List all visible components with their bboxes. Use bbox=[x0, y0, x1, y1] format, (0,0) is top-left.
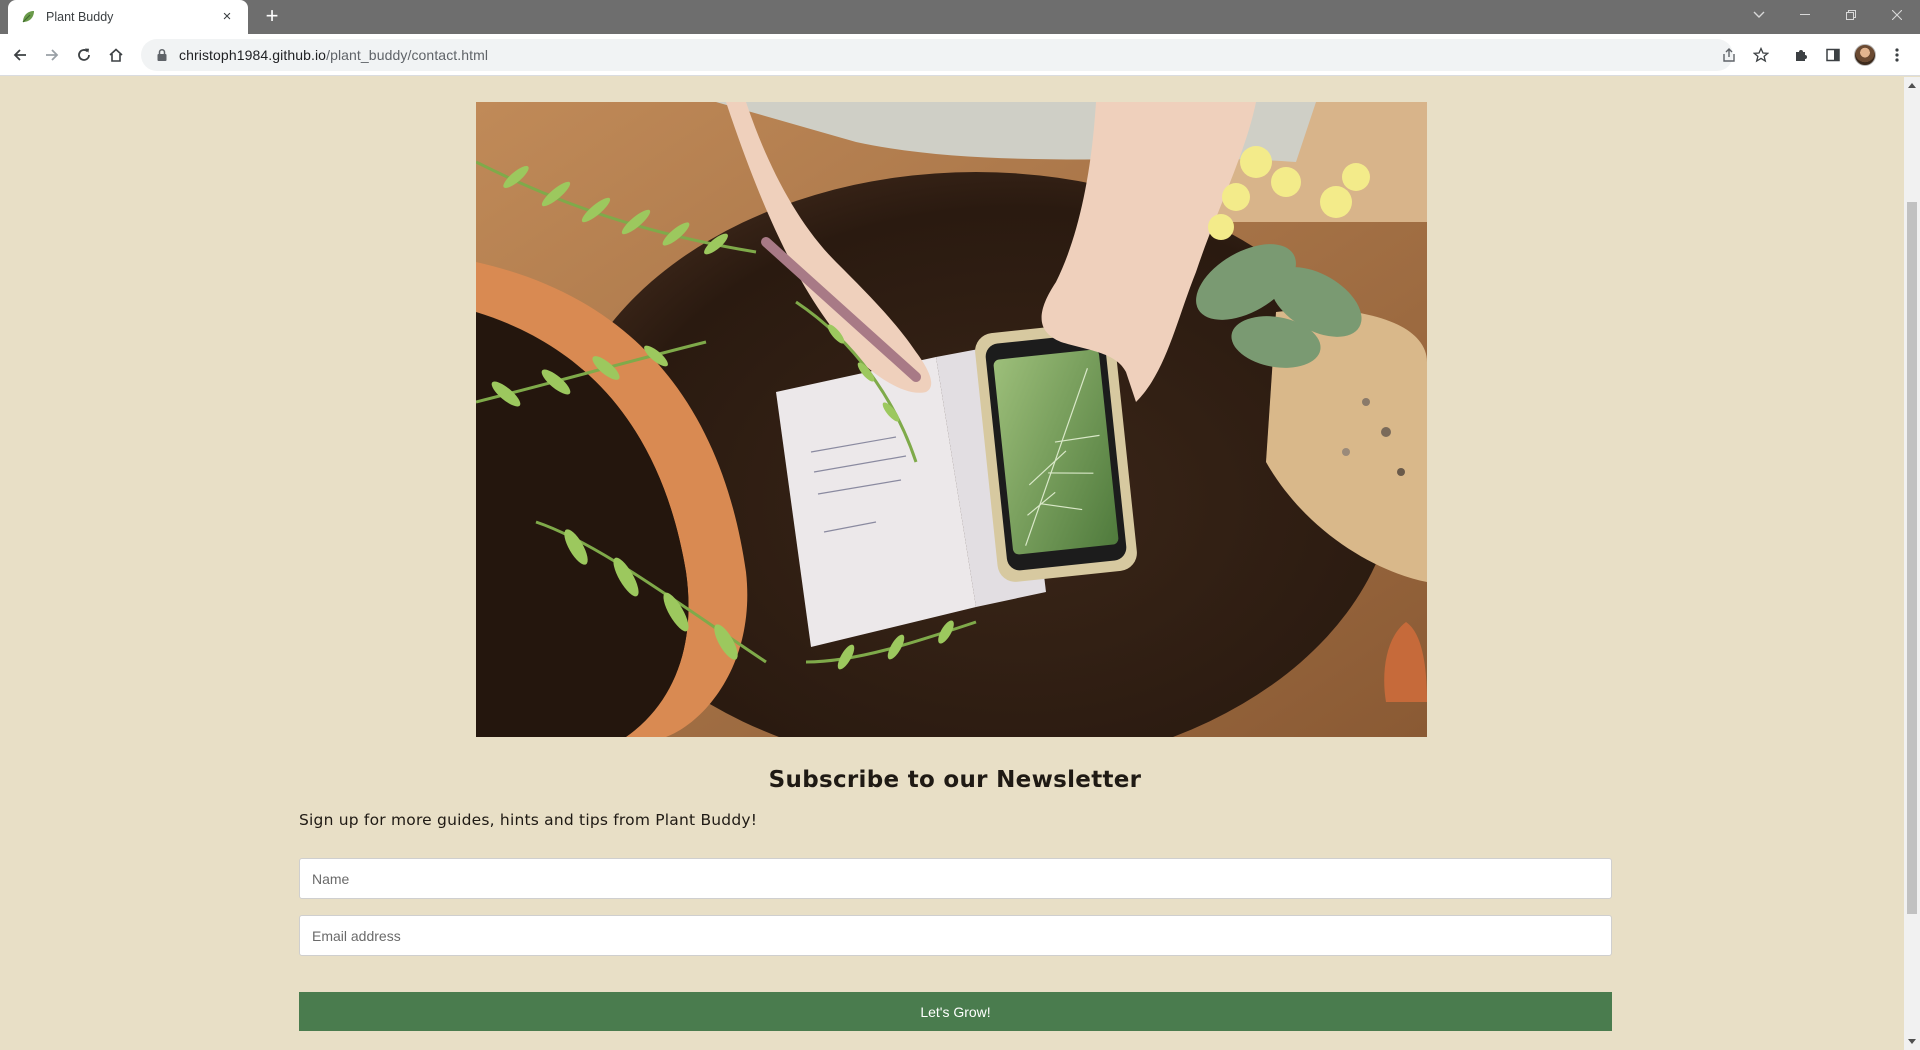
bookmark-star-icon[interactable] bbox=[1749, 43, 1773, 67]
share-icon[interactable] bbox=[1717, 43, 1741, 67]
lock-icon bbox=[157, 48, 167, 61]
address-bar[interactable]: christoph1984.github.io/plant_buddy/cont… bbox=[141, 39, 1733, 71]
restore-icon[interactable] bbox=[1828, 0, 1874, 30]
page-scrollbar[interactable] bbox=[1904, 77, 1920, 1050]
scroll-up-icon[interactable] bbox=[1908, 83, 1916, 88]
extensions-icon[interactable] bbox=[1789, 43, 1813, 67]
url-path: /plant_buddy/contact.html bbox=[326, 47, 489, 63]
scrollbar-thumb[interactable] bbox=[1907, 202, 1917, 914]
browser-tab[interactable]: Plant Buddy × bbox=[8, 0, 248, 34]
name-input[interactable] bbox=[299, 858, 1612, 899]
close-window-icon[interactable] bbox=[1874, 0, 1920, 30]
tab-title: Plant Buddy bbox=[46, 10, 114, 24]
new-tab-button[interactable]: + bbox=[260, 5, 284, 29]
newsletter-title: Subscribe to our Newsletter bbox=[768, 767, 1142, 793]
side-panel-icon[interactable] bbox=[1821, 43, 1845, 67]
email-input[interactable] bbox=[299, 915, 1612, 956]
tab-strip: Plant Buddy × + bbox=[0, 0, 1920, 34]
url-text: christoph1984.github.io/plant_buddy/cont… bbox=[179, 47, 488, 63]
back-icon[interactable] bbox=[8, 43, 32, 67]
minimize-icon[interactable] bbox=[1782, 0, 1828, 30]
browser-toolbar: christoph1984.github.io/plant_buddy/cont… bbox=[0, 34, 1920, 76]
home-icon[interactable] bbox=[104, 43, 128, 67]
forward-icon[interactable] bbox=[40, 43, 64, 67]
avatar bbox=[1854, 44, 1876, 66]
profile-avatar[interactable] bbox=[1853, 43, 1877, 67]
hero-image bbox=[476, 102, 1427, 737]
reload-icon[interactable] bbox=[72, 43, 96, 67]
newsletter-subtitle: Sign up for more guides, hints and tips … bbox=[299, 811, 758, 829]
scroll-down-icon[interactable] bbox=[1908, 1039, 1916, 1044]
plant-scene-illustration bbox=[476, 102, 1427, 737]
page-viewport: Subscribe to our Newsletter Sign up for … bbox=[0, 77, 1904, 1050]
leaf-icon bbox=[22, 11, 34, 23]
tab-search-icon[interactable] bbox=[1736, 0, 1782, 30]
close-tab-icon[interactable]: × bbox=[218, 8, 236, 26]
subscribe-button[interactable]: Let's Grow! bbox=[299, 992, 1612, 1031]
menu-kebab-icon[interactable] bbox=[1885, 43, 1909, 67]
url-host: christoph1984.github.io bbox=[179, 47, 327, 63]
